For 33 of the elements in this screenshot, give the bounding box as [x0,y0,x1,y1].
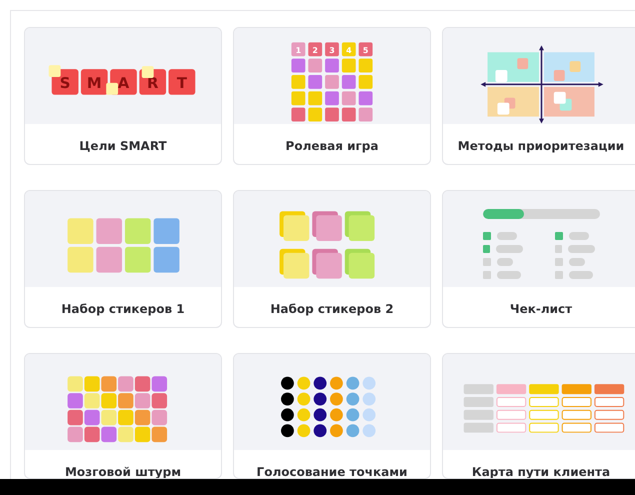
letter-tile: M [80,69,108,95]
card-title: Голосование точками [256,465,408,478]
card-title: Чек-лист [510,302,572,316]
text-line-placeholder [497,232,517,240]
card-title: Набор стикеров 2 [270,302,394,316]
text-line-placeholder [497,258,513,266]
card-title: Цели SMART [79,139,167,153]
card-title: Методы приоритезации [458,139,624,153]
number-tile: 4 [342,42,356,56]
number-tile: 1 [291,42,306,56]
text-line-placeholder [569,232,589,240]
note-square [48,65,61,77]
template-card[interactable]: Чек-лист [442,190,635,328]
template-card[interactable]: Голосование точками [233,353,431,479]
number-tile: 2 [308,42,322,56]
letter-tile: T [168,69,196,95]
card-title: Набор стикеров 1 [61,302,185,316]
number-tile: 3 [325,42,339,56]
card-title: Ролевая игра [286,139,378,153]
text-line-placeholder [569,271,593,279]
template-card[interactable]: Методы приоритезации [442,27,635,165]
template-card[interactable]: 1 2 3 4 5 Ролевая игра [233,27,431,165]
note-square [106,82,118,95]
template-card[interactable]: S M A R T Цели SMART [24,27,222,165]
number-tile: 5 [358,42,373,56]
text-line-placeholder [496,245,523,253]
text-line-placeholder [568,245,595,253]
template-card[interactable]: Набор стикеров 2 [233,190,431,328]
text-line-placeholder [569,258,585,266]
note-square [142,66,154,78]
text-line-placeholder [497,271,521,279]
letter-tile: S [52,69,78,95]
template-card[interactable]: Набор стикеров 1 [24,190,222,328]
